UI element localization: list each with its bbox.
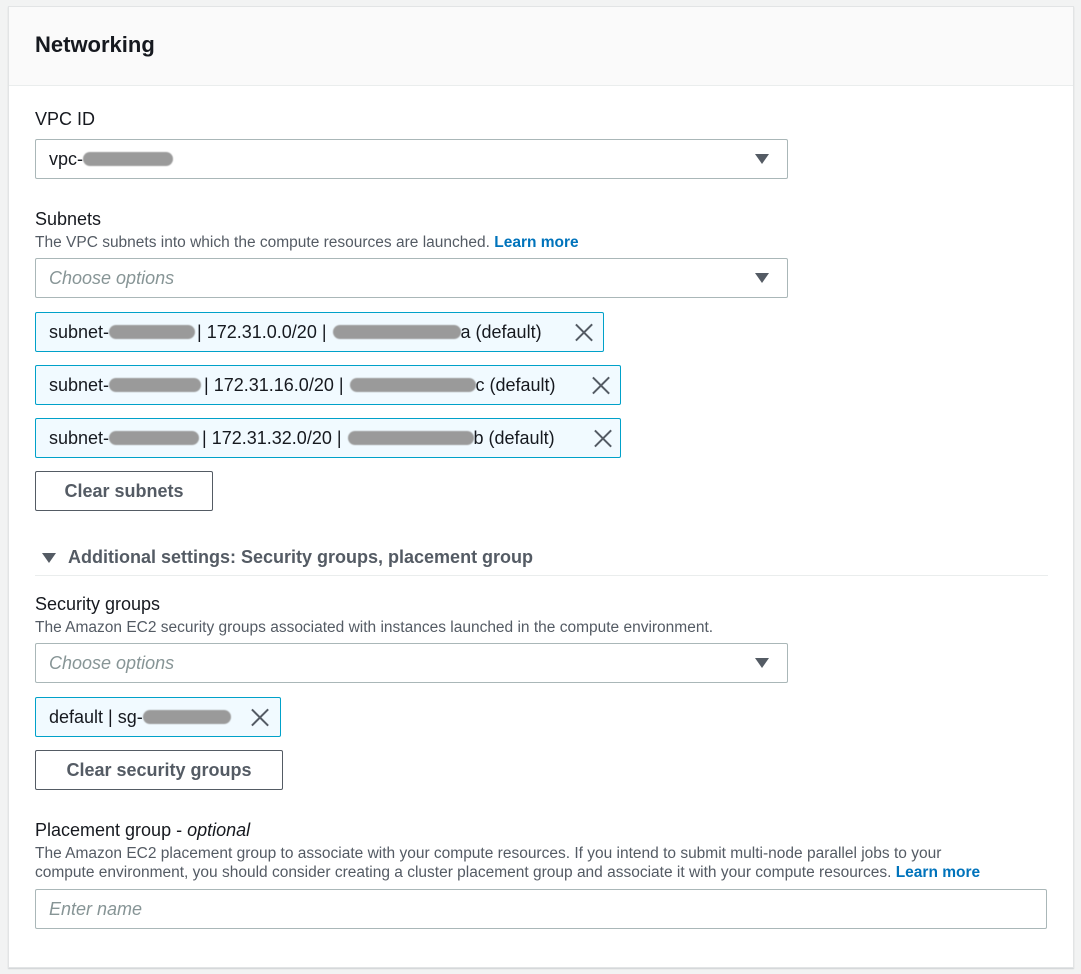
placement-group-learn-more-link[interactable]: Learn more <box>896 864 980 881</box>
panel-header <box>9 7 1073 86</box>
placement-group-placeholder: Enter name <box>49 898 143 919</box>
remove-token-icon[interactable] <box>591 375 611 395</box>
security-groups-placeholder: Choose options <box>49 652 175 673</box>
caret-down-icon[interactable] <box>42 553 56 563</box>
subnet-token-cidr: | 172.31.0.0/20 | <box>197 321 327 342</box>
vpc-value: vpc- <box>49 148 84 169</box>
subnets-placeholder: Choose options <box>49 267 175 288</box>
redacted-az <box>349 378 476 392</box>
caret-down-icon <box>755 154 769 164</box>
subnets-description-text: The VPC subnets into which the compute r… <box>35 234 490 251</box>
redacted-az <box>347 431 474 445</box>
clear-security-groups-button[interactable]: Clear security groups <box>35 750 283 790</box>
clear-subnets-button[interactable]: Clear subnets <box>35 471 213 511</box>
security-group-token-prefix: default | sg- <box>49 706 143 727</box>
placement-group-label: Placement group - optional <box>35 820 250 841</box>
redacted-subnet-id <box>109 378 202 392</box>
security-groups-label: Security groups <box>35 594 161 614</box>
subnet-token-prefix: subnet- <box>49 374 110 395</box>
optional-label: optional <box>187 820 251 840</box>
placement-group-label-text: Placement group - <box>35 820 188 840</box>
redacted-subnet-id <box>109 325 196 339</box>
subnet-token-cidr: | 172.31.16.0/20 | <box>204 374 344 395</box>
subnets-select[interactable]: Choose options <box>35 258 788 298</box>
security-group-token: default | sg- <box>35 697 281 737</box>
divider <box>35 575 1048 576</box>
subnets-label: Subnets <box>35 209 102 229</box>
remove-token-icon[interactable] <box>593 428 613 448</box>
subnet-token-1: subnet- | 172.31.0.0/20 | a (default) <box>35 312 604 352</box>
redacted-az <box>332 325 461 339</box>
remove-token-icon[interactable] <box>574 322 594 342</box>
subnet-token-suffix: a (default) <box>460 321 542 342</box>
security-groups-description: The Amazon EC2 security groups associate… <box>35 619 714 636</box>
subnet-token-suffix: c (default) <box>475 374 556 395</box>
remove-token-icon[interactable] <box>250 707 270 727</box>
placement-group-description-1: The Amazon EC2 placement group to associ… <box>35 845 942 862</box>
redacted-vpc-id <box>83 152 174 166</box>
subnet-token-3: subnet- | 172.31.32.0/20 | b (default) <box>35 418 621 458</box>
additional-settings-toggle[interactable]: Additional settings: Security groups, pl… <box>68 547 533 568</box>
caret-down-icon <box>755 273 769 283</box>
panel-title: Networking <box>35 32 155 57</box>
caret-down-icon <box>755 658 769 668</box>
subnets-description: The VPC subnets into which the compute r… <box>35 233 579 252</box>
subnets-learn-more-link[interactable]: Learn more <box>494 234 578 251</box>
subnet-token-prefix: subnet- <box>49 427 110 448</box>
subnet-token-suffix: b (default) <box>473 427 555 448</box>
redacted-sg-id <box>142 710 231 724</box>
networking-panel: Networking VPC ID vpc- Subnets The VPC s… <box>8 6 1074 968</box>
vpc-select[interactable]: vpc- <box>35 139 788 179</box>
subnet-token-prefix: subnet- <box>49 321 110 342</box>
subnet-token-cidr: | 172.31.32.0/20 | <box>202 427 342 448</box>
vpc-label: VPC ID <box>35 109 96 129</box>
placement-group-input[interactable]: Enter name <box>35 889 1047 929</box>
placement-group-description-text: compute environment, you should consider… <box>35 864 892 881</box>
security-groups-select[interactable]: Choose options <box>35 643 788 683</box>
subnet-token-2: subnet- | 172.31.16.0/20 | c (default) <box>35 365 621 405</box>
placement-group-description-2: compute environment, you should consider… <box>35 863 980 882</box>
redacted-subnet-id <box>109 431 200 445</box>
